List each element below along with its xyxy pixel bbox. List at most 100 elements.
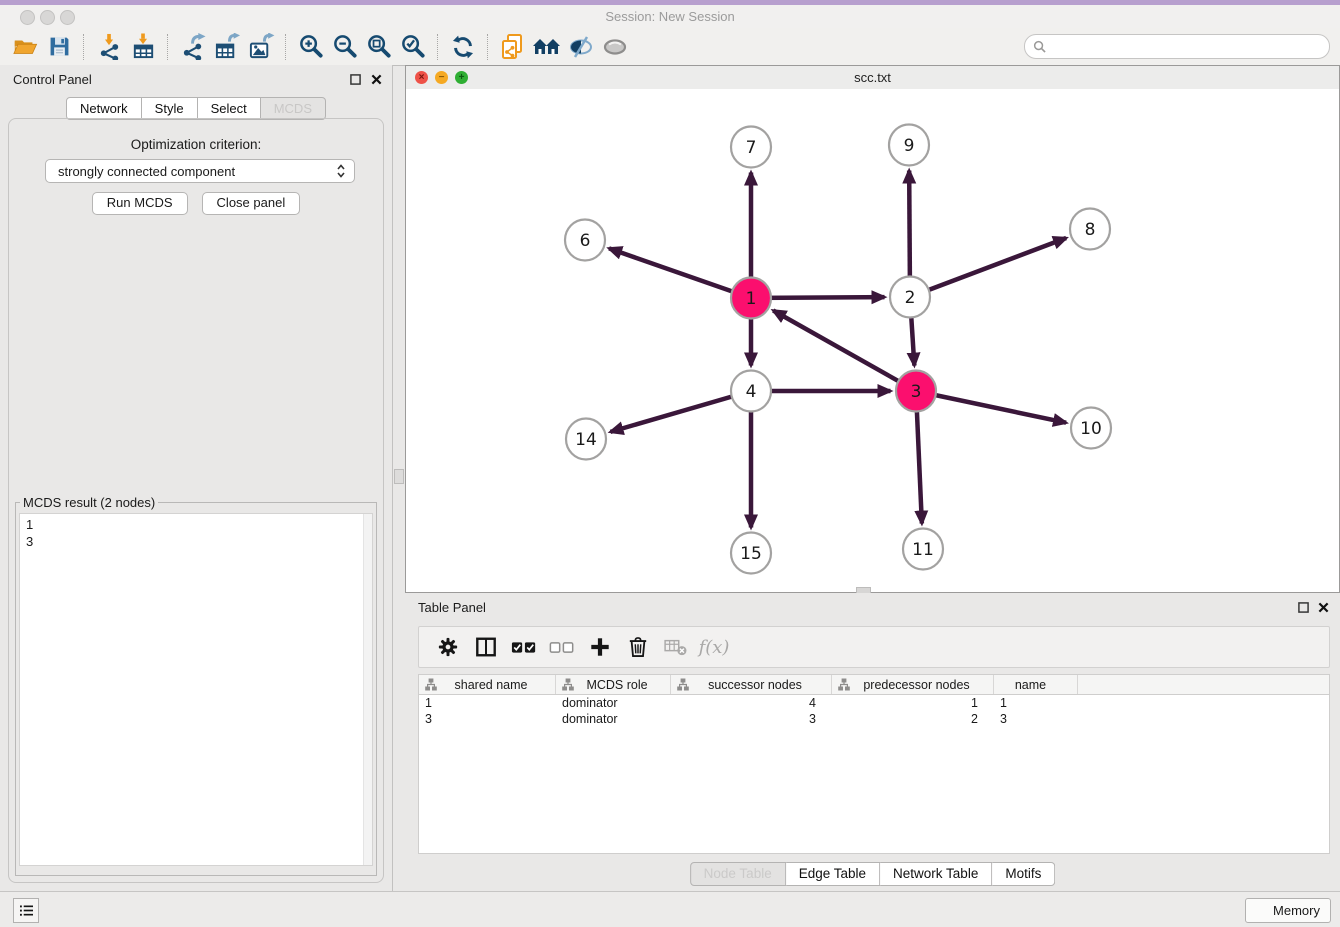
copy-network-share-icon[interactable]: [496, 32, 530, 62]
cell-name[interactable]: 1: [994, 695, 1078, 711]
function-fx-icon[interactable]: f(x): [695, 631, 733, 663]
import-network-icon[interactable]: [92, 32, 126, 62]
cell-mcds-role[interactable]: dominator: [556, 711, 671, 727]
graph-edge-1-6[interactable]: [609, 248, 751, 298]
table-tabs: Node Table Edge Table Network Table Moti…: [690, 862, 1056, 886]
memory-button[interactable]: Memory: [1245, 898, 1331, 923]
run-mcds-button[interactable]: Run MCDS: [92, 192, 188, 215]
trash-icon[interactable]: [619, 631, 657, 663]
select-all-checkboxes-icon[interactable]: [505, 631, 543, 663]
save-icon[interactable]: [42, 32, 76, 62]
graph-node-7[interactable]: 7: [731, 127, 771, 168]
mcds-panel-body: Optimization criterion: strongly connect…: [8, 118, 384, 883]
tab-motifs[interactable]: Motifs: [992, 862, 1055, 886]
columns-icon[interactable]: [467, 631, 505, 663]
svg-text:9: 9: [904, 136, 915, 156]
table-toolbar: f(x): [418, 626, 1330, 668]
open-folder-icon[interactable]: [8, 32, 42, 62]
graph-node-9[interactable]: 9: [889, 125, 929, 166]
close-panel-button[interactable]: Close panel: [202, 192, 301, 215]
table-header-row: shared name MCDS role successor nodes pr…: [419, 675, 1329, 695]
app-titlebar: Session: New Session: [0, 5, 1340, 29]
cell-name[interactable]: 3: [994, 711, 1078, 727]
float-table-panel-icon[interactable]: [1296, 600, 1310, 614]
close-panel-icon[interactable]: [369, 72, 383, 86]
export-table-icon[interactable]: [210, 32, 244, 62]
svg-text:2: 2: [905, 288, 916, 308]
graph-node-2[interactable]: 2: [890, 277, 930, 318]
cell-successor-nodes[interactable]: 3: [671, 711, 832, 727]
zoom-fit-icon[interactable]: [362, 32, 396, 62]
tab-select[interactable]: Select: [198, 97, 261, 120]
task-list-button[interactable]: [13, 898, 39, 923]
search-input[interactable]: [1051, 39, 1321, 55]
graph-node-3[interactable]: 3: [896, 371, 936, 412]
graph-node-15[interactable]: 15: [731, 533, 771, 574]
window-title: Session: New Session: [0, 9, 1340, 24]
show-eye-icon[interactable]: [598, 32, 632, 62]
hide-eye-icon[interactable]: [564, 32, 598, 62]
float-panel-icon[interactable]: [348, 72, 362, 86]
home-neighbors-icon[interactable]: [530, 32, 564, 62]
export-network-icon[interactable]: [176, 32, 210, 62]
graph-node-14[interactable]: 14: [566, 419, 606, 460]
graph-node-10[interactable]: 10: [1071, 408, 1111, 449]
delete-table-icon[interactable]: [657, 631, 695, 663]
graph-node-8[interactable]: 8: [1070, 209, 1110, 250]
gear-icon[interactable]: [429, 631, 467, 663]
export-image-icon[interactable]: [244, 32, 278, 62]
zoom-out-icon[interactable]: [328, 32, 362, 62]
network-canvas[interactable]: 7 9 6 8 1 2 4 3 14 10 15 11: [406, 89, 1339, 592]
optimization-criterion-select[interactable]: strongly connected component: [45, 159, 355, 183]
graph-node-11[interactable]: 11: [903, 529, 943, 570]
table-row[interactable]: 1 dominator 4 1 1: [419, 695, 1329, 711]
refresh-icon[interactable]: [446, 32, 480, 62]
zoom-in-icon[interactable]: [294, 32, 328, 62]
graph-node-6[interactable]: 6: [565, 220, 605, 261]
tab-edge-table[interactable]: Edge Table: [786, 862, 880, 886]
optimization-criterion-value: strongly connected component: [46, 164, 336, 179]
svg-text:14: 14: [575, 430, 597, 450]
deselect-all-checkboxes-icon[interactable]: [543, 631, 581, 663]
zoom-selected-icon[interactable]: [396, 32, 430, 62]
graph-edge-3-10[interactable]: [916, 391, 1066, 423]
column-header-successor-nodes[interactable]: successor nodes: [671, 675, 832, 694]
main-toolbar: [0, 28, 1340, 66]
add-row-icon[interactable]: [581, 631, 619, 663]
column-header-predecessor-nodes[interactable]: predecessor nodes: [832, 675, 994, 694]
import-table-icon[interactable]: [126, 32, 160, 62]
cell-successor-nodes[interactable]: 4: [671, 695, 832, 711]
list-icon: [19, 904, 34, 917]
cell-shared-name[interactable]: 3: [419, 711, 556, 727]
graph-edge-4-14[interactable]: [610, 391, 751, 432]
mcds-result-textarea[interactable]: 1 3: [19, 513, 373, 866]
graph-node-4[interactable]: 4: [731, 371, 771, 412]
table-row[interactable]: 3 dominator 3 2 3: [419, 711, 1329, 727]
cell-predecessor-nodes[interactable]: 2: [832, 711, 994, 727]
mcds-result-title: MCDS result (2 nodes): [20, 495, 158, 510]
graph-node-1[interactable]: 1: [731, 278, 771, 319]
graph-edge-2-8[interactable]: [910, 238, 1066, 297]
search-field[interactable]: [1024, 34, 1330, 59]
column-header-name[interactable]: name: [994, 675, 1078, 694]
memory-label: Memory: [1273, 903, 1320, 918]
close-table-panel-icon[interactable]: [1316, 600, 1330, 614]
graph-edge-3-1[interactable]: [773, 311, 916, 391]
tab-style[interactable]: Style: [142, 97, 198, 120]
column-header-shared-name[interactable]: shared name: [419, 675, 556, 694]
node-table: shared name MCDS role successor nodes pr…: [418, 674, 1330, 854]
network-graph[interactable]: 7 9 6 8 1 2 4 3 14 10 15 11: [406, 89, 1339, 592]
tab-network-table[interactable]: Network Table: [880, 862, 992, 886]
tab-mcds[interactable]: MCDS: [261, 97, 326, 120]
cell-shared-name[interactable]: 1: [419, 695, 556, 711]
tab-network[interactable]: Network: [66, 97, 142, 120]
vertical-splitter-handle[interactable]: [394, 469, 404, 484]
tab-node-table[interactable]: Node Table: [690, 862, 786, 886]
cell-predecessor-nodes[interactable]: 1: [832, 695, 994, 711]
network-window-titlebar[interactable]: × − + scc.txt: [406, 66, 1339, 90]
table-panel-title: Table Panel: [418, 600, 486, 615]
cell-mcds-role[interactable]: dominator: [556, 695, 671, 711]
column-header-mcds-role[interactable]: MCDS role: [556, 675, 671, 694]
result-scrollbar[interactable]: [363, 514, 372, 865]
status-bar: Memory: [0, 891, 1340, 927]
